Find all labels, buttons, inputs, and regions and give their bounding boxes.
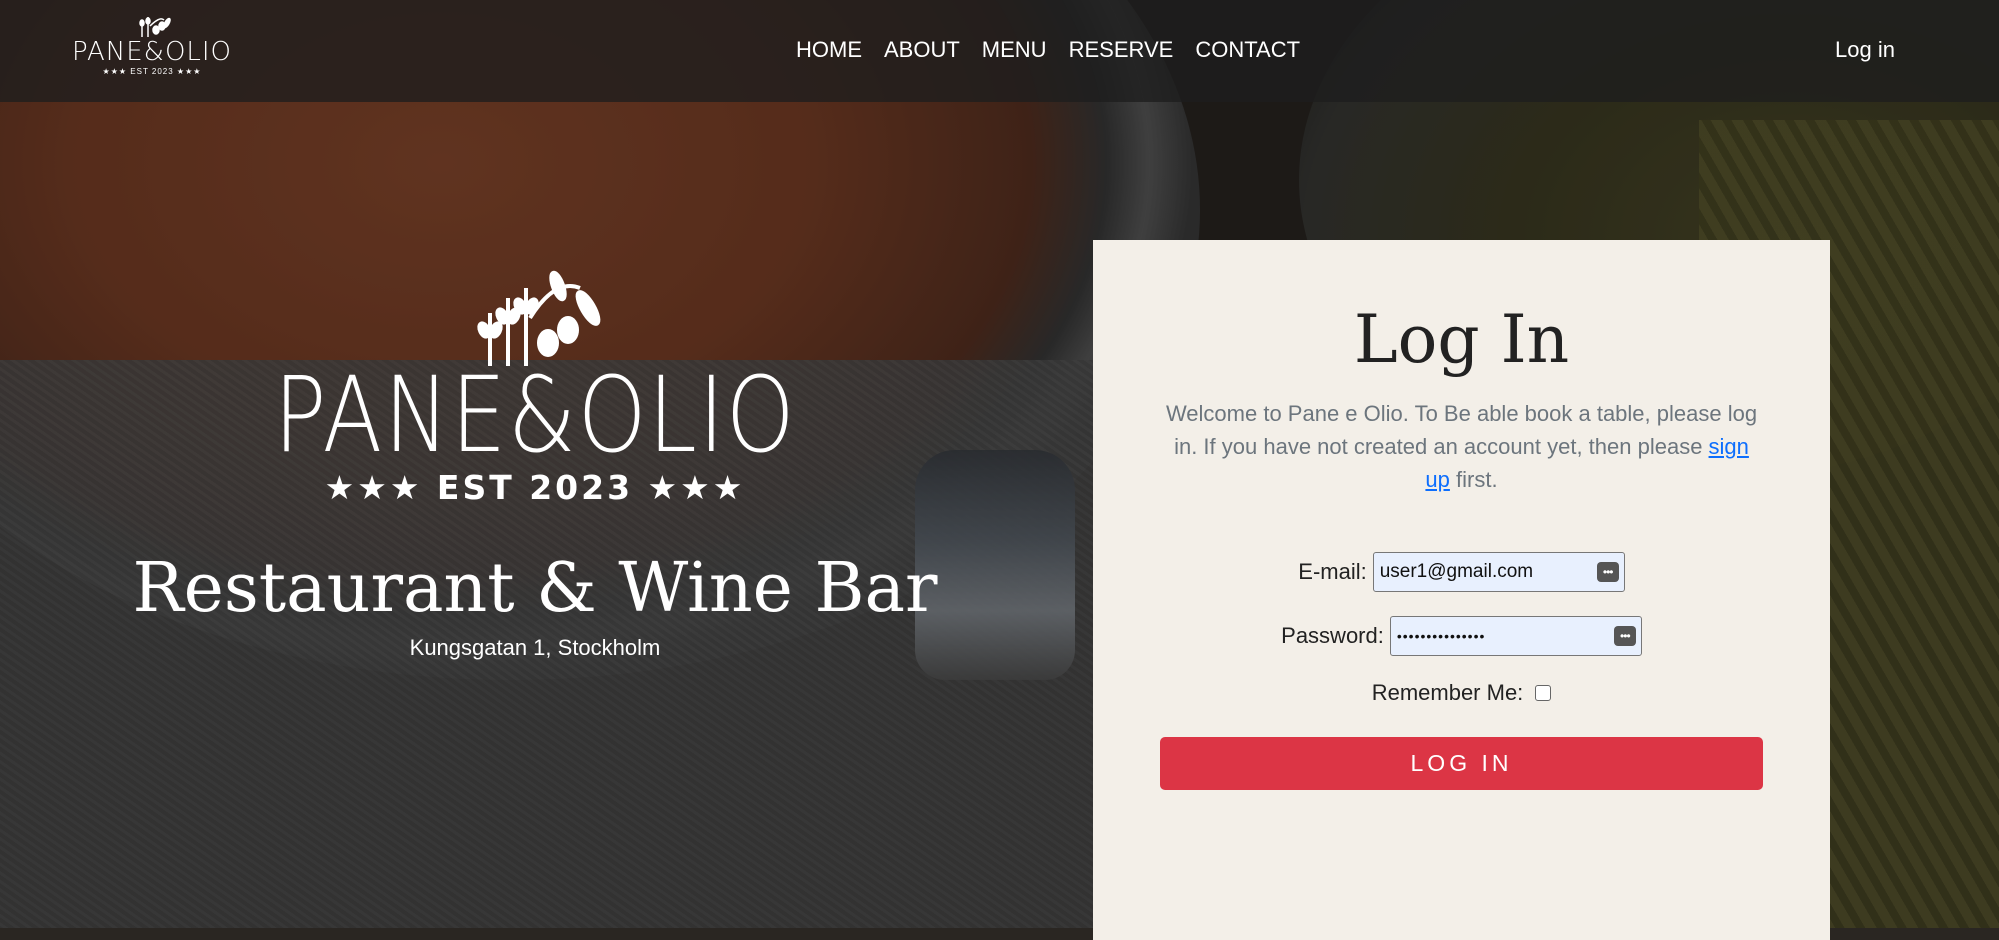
email-value: user1@gmail.com [1379,561,1534,582]
login-card: Log In Welcome to Pane e Olio. To Be abl… [1093,240,1830,940]
intro-text-end: first. [1449,467,1498,492]
autofill-key-icon[interactable]: ••• [1596,562,1619,582]
nav-login-link[interactable]: Log in [1835,36,1895,64]
password-label: Password: [1281,623,1384,648]
password-value: ••••••••••••••• [1396,628,1486,644]
remember-row: Remember Me: [1093,680,1830,706]
hero-logo-name: PANE&OLIO [273,354,797,476]
nav-reserve[interactable]: RESERVE [1058,36,1185,64]
remember-label: Remember Me: [1371,680,1524,705]
nav-about[interactable]: ABOUT [873,36,971,64]
login-title: Log In [1353,301,1570,378]
nav-contact[interactable]: CONTACT [1184,36,1311,64]
nav-links: HOME ABOUT MENU RESERVE CONTACT [785,36,1311,64]
nav-menu[interactable]: MENU [971,36,1058,64]
hero-address: Kungsgatan 1, Stockholm [409,635,661,660]
remember-checkbox[interactable] [1535,685,1552,701]
brand-logo[interactable]: PANE&OLIO ★★★ EST 2023 ★★★ [72,14,231,86]
brand-est: ★★★ EST 2023 ★★★ [102,67,202,76]
navbar: PANE&OLIO ★★★ EST 2023 ★★★ HOME ABOUT ME… [0,0,1999,102]
email-label: E-mail: [1298,559,1367,584]
intro-text: Welcome to Pane e Olio. To Be able book … [1165,401,1758,459]
password-field[interactable]: ••••••••••••••• ••• [1389,616,1642,656]
wheat-olive-logo-icon [477,270,601,366]
autofill-key-icon[interactable]: ••• [1613,626,1636,646]
wheat-olive-logo-icon [139,17,171,37]
hero-logo: PANE&OLIO ★★★ EST 2023 ★★★ [274,268,795,528]
login-button[interactable]: LOG IN [1160,737,1763,790]
email-field[interactable]: user1@gmail.com ••• [1372,552,1625,592]
password-row: Password: ••••••••••••••• ••• [1093,616,1830,656]
nav-home[interactable]: HOME [785,36,873,64]
email-row: E-mail: user1@gmail.com ••• [1093,552,1830,592]
login-intro: Welcome to Pane e Olio. To Be able book … [1163,397,1760,496]
brand-name: PANE&OLIO [71,37,233,67]
hero-tagline: Restaurant & Wine Bar [132,549,938,628]
